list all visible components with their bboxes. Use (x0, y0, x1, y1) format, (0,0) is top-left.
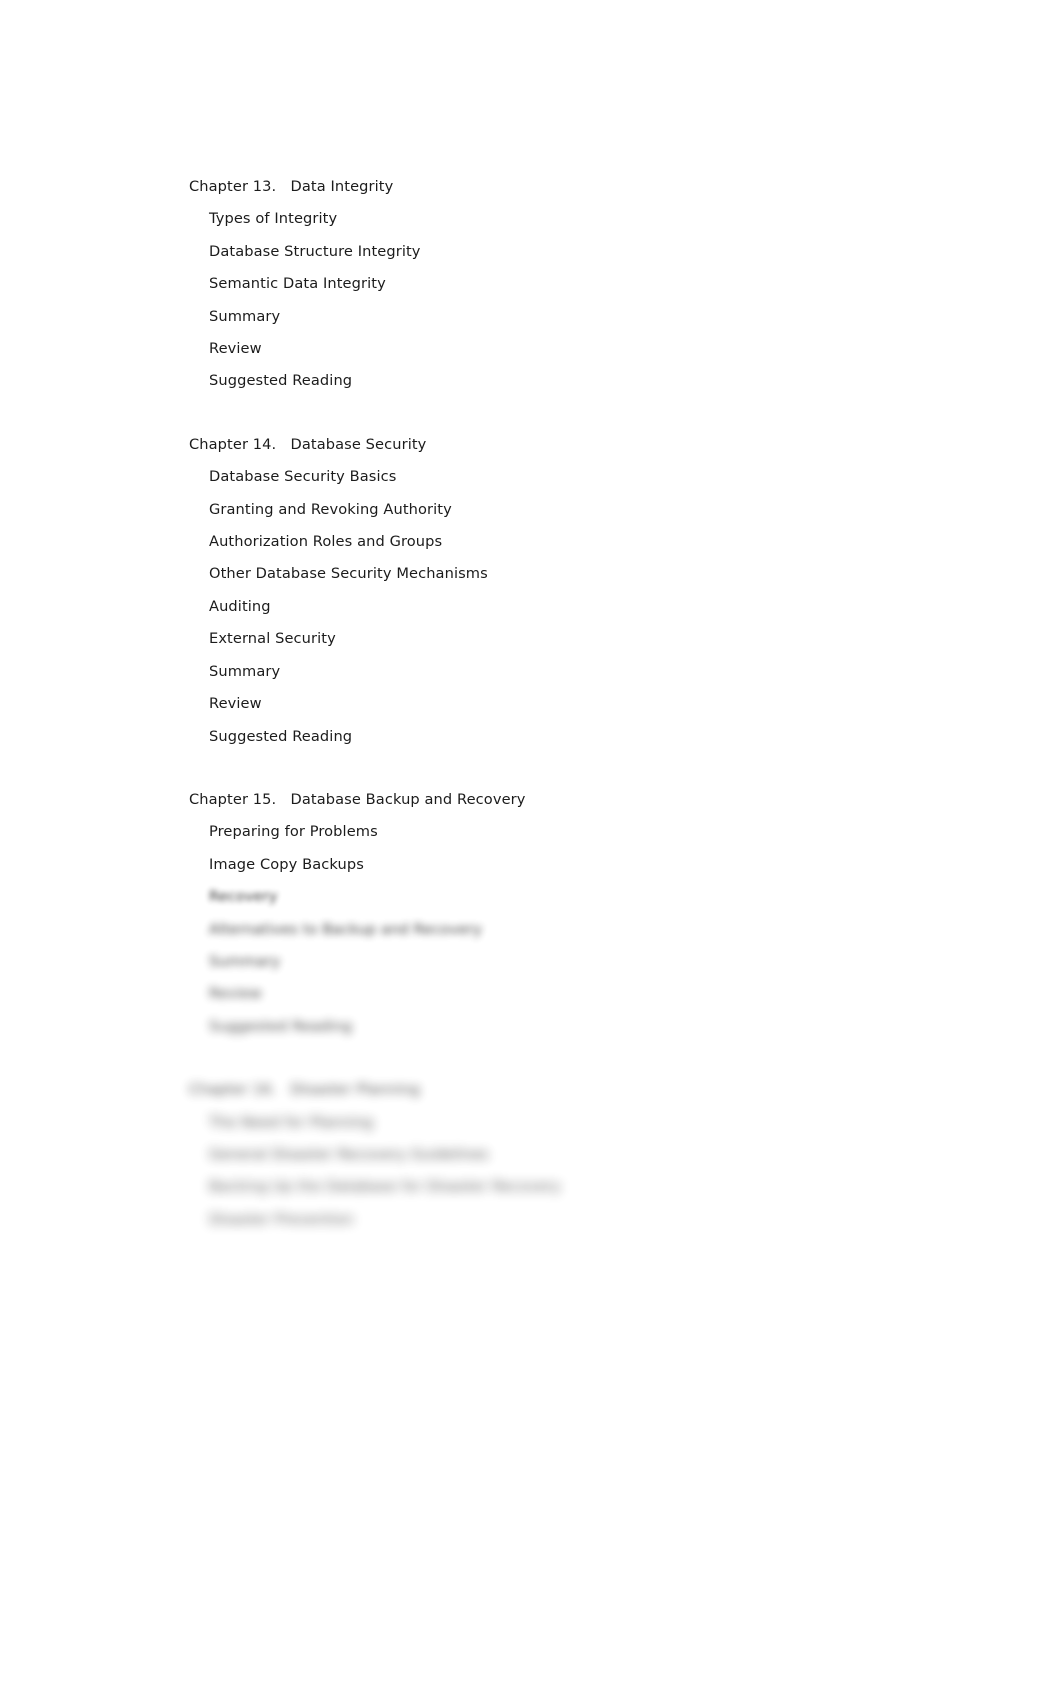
toc-chapter-heading[interactable]: Chapter 15. Database Backup and Recovery (189, 784, 949, 816)
toc-entry[interactable]: Database Security Basics (189, 461, 949, 493)
toc-entry[interactable]: External Security (189, 623, 949, 655)
toc-chapter-block: Chapter 15. Database Backup and Recovery… (189, 784, 949, 1043)
toc-entry[interactable]: Auditing (189, 591, 949, 623)
toc-entry[interactable]: Image Copy Backups (189, 849, 949, 881)
toc-entry[interactable]: Authorization Roles and Groups (189, 526, 949, 558)
toc-chapter-heading[interactable]: Chapter 13. Data Integrity (189, 171, 949, 203)
document-page: Chapter 13. Data Integrity Types of Integ… (0, 0, 1062, 1686)
toc-entry[interactable]: Types of Integrity (189, 203, 949, 235)
toc-entry[interactable]: Database Structure Integrity (189, 236, 949, 268)
toc-entry[interactable]: Recovery (189, 881, 949, 913)
toc-chapter-block: Chapter 13. Data Integrity Types of Integ… (189, 171, 949, 398)
toc-entry[interactable]: General Disaster Recovery Guidelines (189, 1139, 949, 1171)
toc-entry[interactable]: Review (189, 333, 949, 365)
toc-entry[interactable]: Disaster Prevention (189, 1204, 949, 1236)
toc-entry[interactable]: Review (189, 688, 949, 720)
toc-entry[interactable]: Other Database Security Mechanisms (189, 558, 949, 590)
toc-entry[interactable]: Suggested Reading (189, 365, 949, 397)
toc-entry[interactable]: Summary (189, 656, 949, 688)
toc-entry[interactable]: Review (189, 978, 949, 1010)
toc-chapter-block: Chapter 16. Disaster Planning The Need fo… (189, 1074, 949, 1236)
toc-entry[interactable]: Granting and Revoking Authority (189, 494, 949, 526)
toc-entry[interactable]: Backing Up the Database for Disaster Rec… (189, 1171, 949, 1203)
toc-chapter-block: Chapter 14. Database Security Database Se… (189, 429, 949, 753)
table-of-contents: Chapter 13. Data Integrity Types of Integ… (189, 171, 949, 1236)
toc-chapter-heading[interactable]: Chapter 16. Disaster Planning (189, 1074, 949, 1106)
toc-entry[interactable]: Semantic Data Integrity (189, 268, 949, 300)
toc-entry[interactable]: Summary (189, 946, 949, 978)
toc-entry[interactable]: Summary (189, 301, 949, 333)
toc-entry[interactable]: Suggested Reading (189, 1011, 949, 1043)
toc-entry[interactable]: Suggested Reading (189, 721, 949, 753)
toc-entry[interactable]: The Need for Planning (189, 1107, 949, 1139)
toc-entry[interactable]: Alternatives to Backup and Recovery (189, 914, 949, 946)
toc-chapter-heading[interactable]: Chapter 14. Database Security (189, 429, 949, 461)
toc-entry[interactable]: Preparing for Problems (189, 816, 949, 848)
